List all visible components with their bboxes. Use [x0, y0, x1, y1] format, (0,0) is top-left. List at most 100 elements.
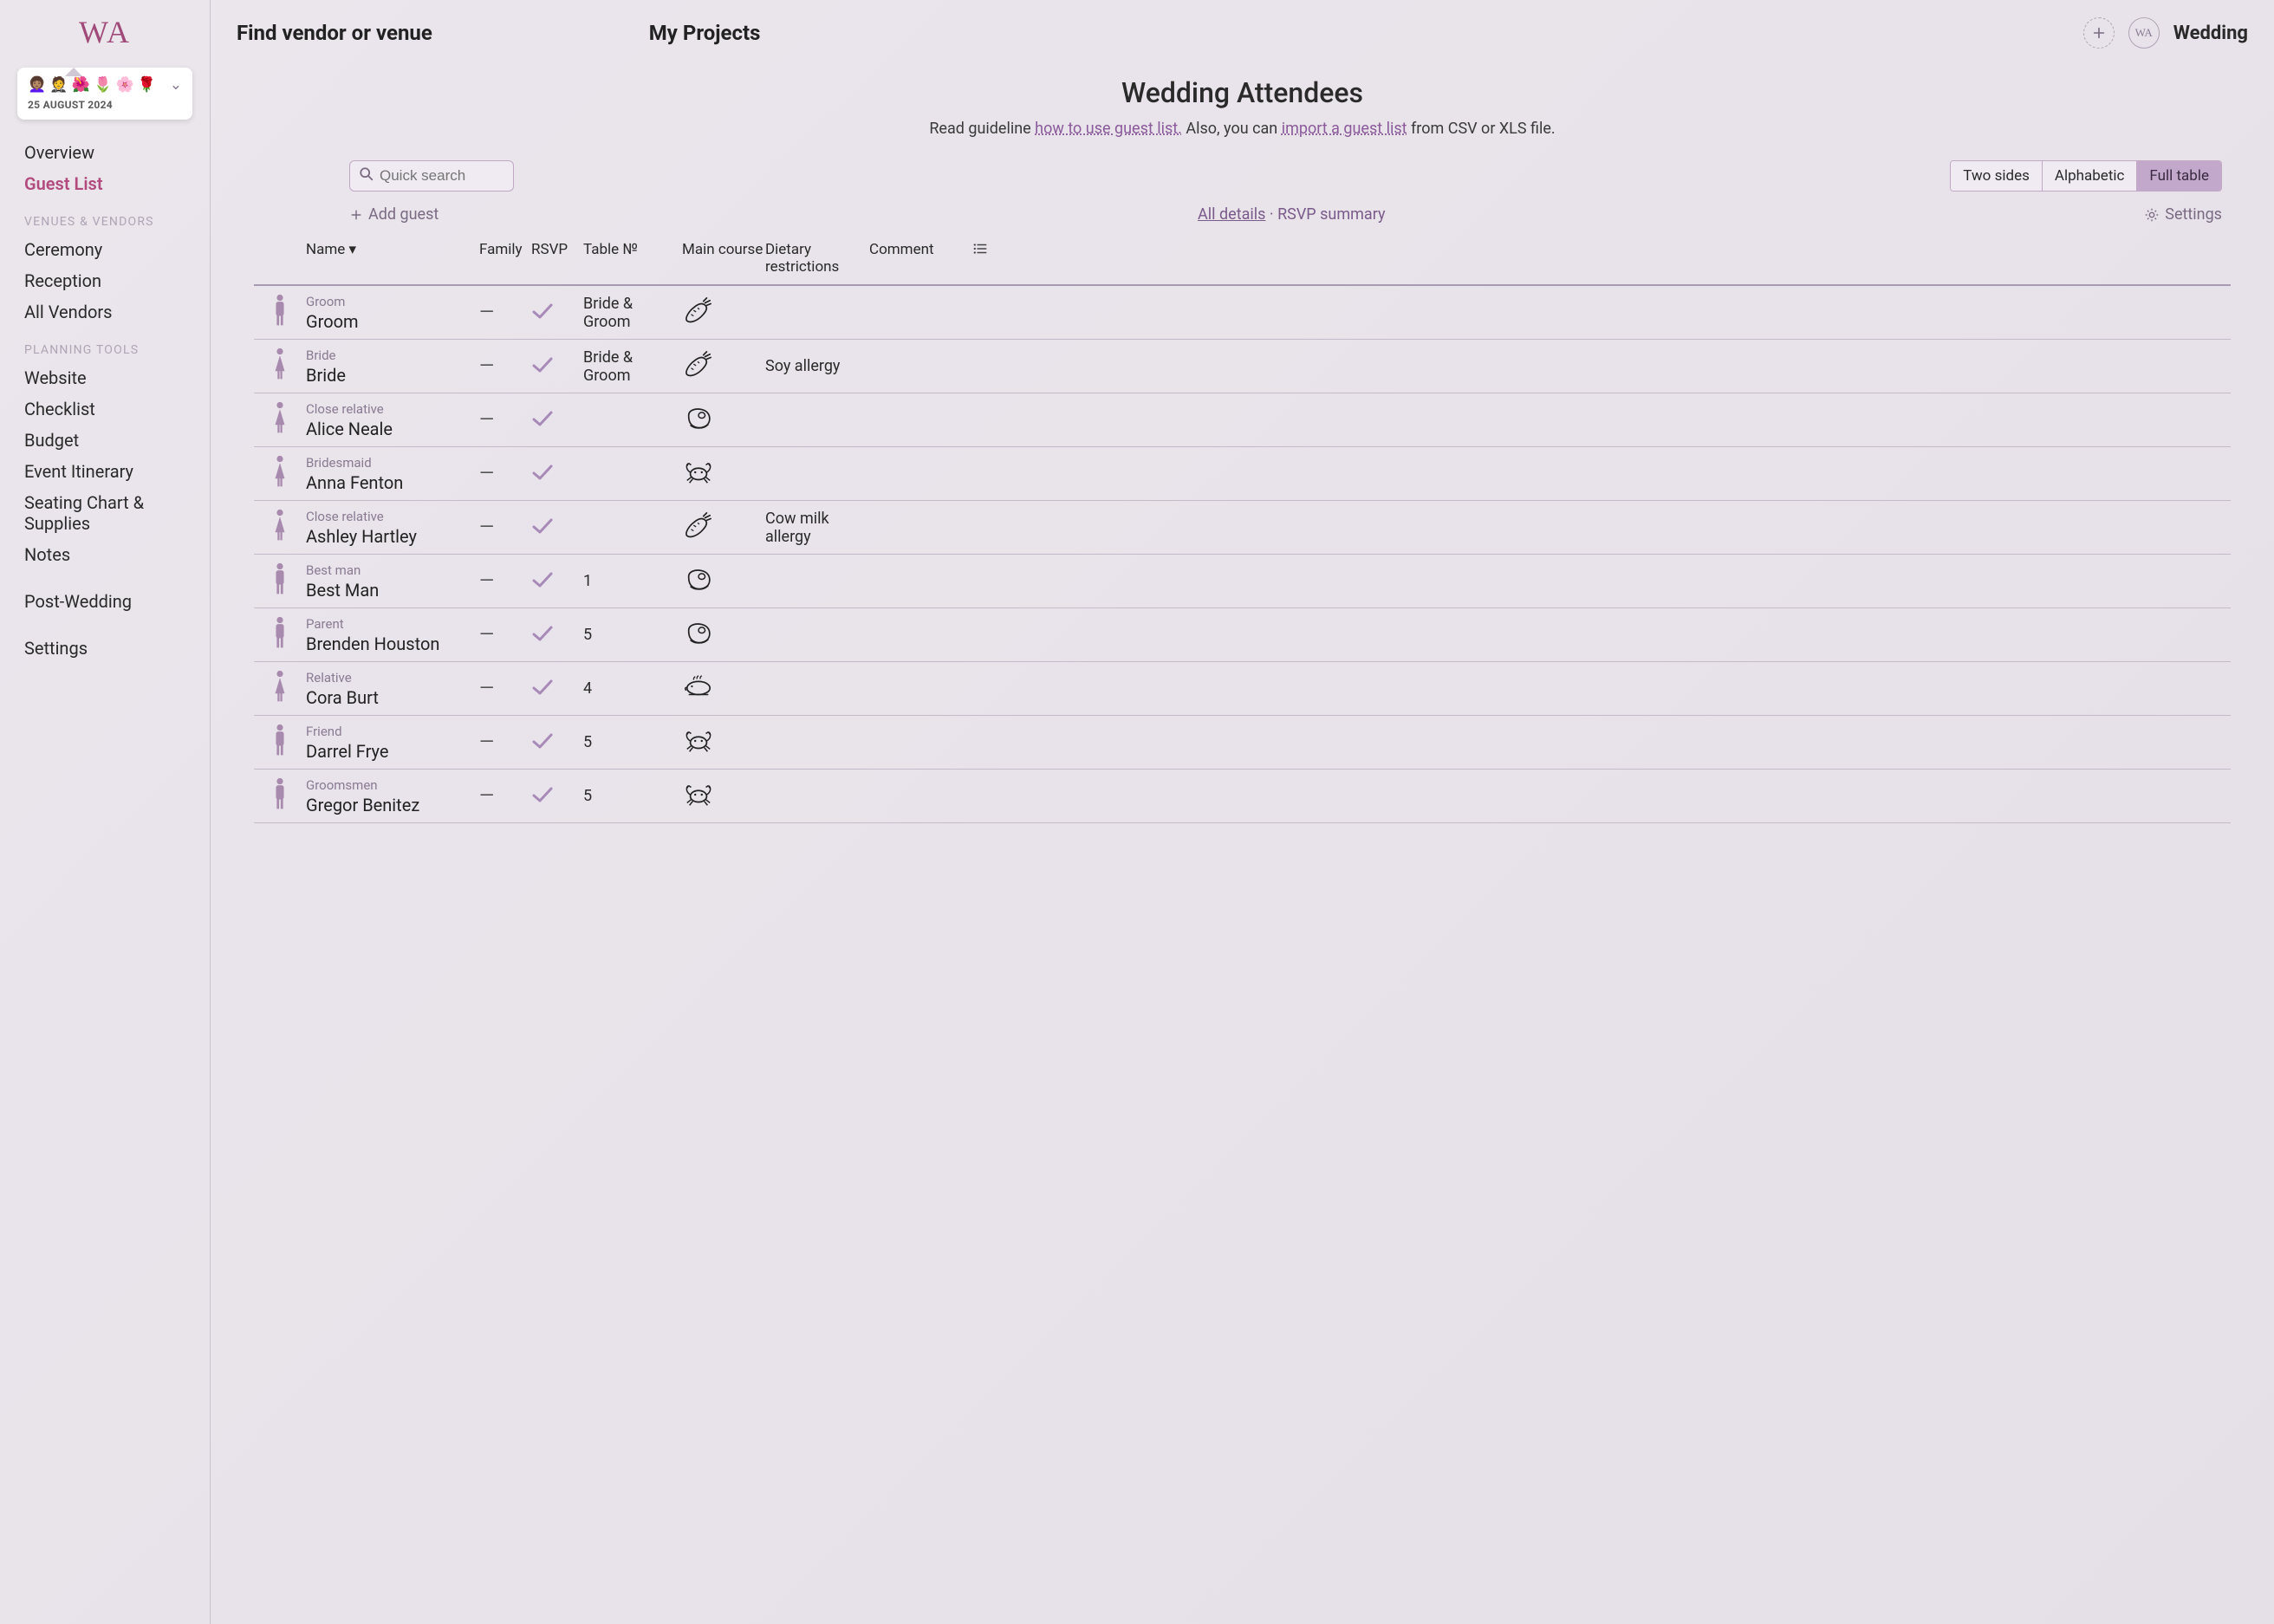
- family-cell: —: [479, 678, 531, 699]
- nav-event-itinerary[interactable]: Event Itinerary: [24, 456, 185, 487]
- table-row[interactable]: Bride Bride — Bride & Groom Soy allergy: [254, 340, 2231, 393]
- table-row[interactable]: Parent Brenden Houston — 5: [254, 608, 2231, 662]
- view-tabs: Two sidesAlphabeticFull table: [1950, 160, 2222, 192]
- table-cell: 5: [583, 626, 682, 644]
- female-icon: [254, 509, 306, 547]
- check-icon: [531, 302, 554, 321]
- col-name[interactable]: Name ▾: [306, 241, 479, 276]
- name-cell: Friend Darrel Frye: [306, 724, 479, 762]
- meal-cell: [682, 404, 765, 437]
- meal-cell: [682, 458, 765, 490]
- sort-down-icon: ▾: [349, 241, 357, 258]
- import-link[interactable]: import a guest list: [1282, 120, 1407, 138]
- name-cell: Close relative Ashley Hartley: [306, 509, 479, 547]
- table-row[interactable]: Best man Best Man — 1: [254, 555, 2231, 608]
- all-details-link[interactable]: All details: [1198, 205, 1265, 224]
- table-row[interactable]: Groomsmen Gregor Benitez — 5: [254, 770, 2231, 823]
- user-name[interactable]: Wedding: [2173, 23, 2248, 44]
- nav-budget[interactable]: Budget: [24, 425, 185, 456]
- rsvp-summary-link[interactable]: RSVP summary: [1277, 205, 1385, 224]
- add-project-button[interactable]: [2083, 17, 2115, 49]
- steak-icon: [682, 404, 715, 433]
- meal-cell: [682, 350, 765, 383]
- table-row[interactable]: Friend Darrel Frye — 5: [254, 716, 2231, 770]
- col-family[interactable]: Family: [479, 241, 531, 276]
- table-row[interactable]: Groom Groom — Bride & Groom: [254, 286, 2231, 340]
- table-cell: 5: [583, 733, 682, 751]
- table-row[interactable]: Close relative Alice Neale —: [254, 393, 2231, 447]
- carrot-icon: [682, 511, 715, 541]
- name-cell: Groomsmen Gregor Benitez: [306, 777, 479, 815]
- col-main-course[interactable]: Main course: [682, 241, 765, 276]
- nav-guest-list[interactable]: Guest List: [24, 168, 185, 199]
- name-cell: Relative Cora Burt: [306, 670, 479, 708]
- my-projects-link[interactable]: My Projects: [649, 21, 761, 45]
- guest-role: Bridesmaid: [306, 455, 479, 471]
- page-title: Wedding Attendees: [211, 76, 2274, 109]
- steak-icon: [682, 565, 715, 594]
- meal-cell: [682, 565, 765, 598]
- view-tab-alphabetic[interactable]: Alphabetic: [2043, 161, 2138, 191]
- nav-ceremony[interactable]: Ceremony: [24, 234, 185, 265]
- view-tab-full-table[interactable]: Full table: [2137, 161, 2221, 191]
- rsvp-cell: [531, 570, 583, 593]
- table-cell: 4: [583, 679, 682, 698]
- col-table[interactable]: Table №: [583, 241, 682, 276]
- table-row[interactable]: Bridesmaid Anna Fenton —: [254, 447, 2231, 501]
- add-guest-button[interactable]: Add guest: [349, 205, 439, 224]
- col-comment[interactable]: Comment: [869, 241, 973, 276]
- nav-post-wedding[interactable]: Post-Wedding: [24, 586, 185, 617]
- nav-seating-chart[interactable]: Seating Chart & Supplies: [24, 487, 185, 539]
- rsvp-cell: [531, 624, 583, 646]
- table-row[interactable]: Close relative Ashley Hartley — Cow milk…: [254, 501, 2231, 555]
- carrot-icon: [682, 296, 715, 326]
- meal-cell: [682, 296, 765, 329]
- guest-role: Best man: [306, 562, 479, 578]
- name-cell: Best man Best Man: [306, 562, 479, 601]
- logo-text: WA: [79, 15, 131, 49]
- guest-name: Brenden Houston: [306, 633, 479, 654]
- nav-section-planning: PLANNING TOOLS: [24, 343, 185, 357]
- view-tab-two-sides[interactable]: Two sides: [1951, 161, 2043, 191]
- nav-settings[interactable]: Settings: [24, 633, 185, 664]
- guest-role: Relative: [306, 670, 479, 685]
- nav-notes[interactable]: Notes: [24, 539, 185, 570]
- col-rsvp[interactable]: RSVP: [531, 241, 583, 276]
- guide-link[interactable]: how to use guest list.: [1035, 120, 1182, 138]
- project-selector[interactable]: 👩🏽‍🦱 🤵 🌺 🌷 🌸 🌹 ⌄ 25 AUGUST 2024: [17, 68, 192, 120]
- guest-name: Cora Burt: [306, 687, 479, 708]
- nav-website[interactable]: Website: [24, 362, 185, 393]
- nav-overview[interactable]: Overview: [24, 137, 185, 168]
- project-date: 25 AUGUST 2024: [28, 99, 182, 111]
- column-menu-button[interactable]: [973, 241, 1008, 276]
- male-icon: [254, 294, 306, 332]
- meal-cell: [682, 672, 765, 705]
- diet-cell: Cow milk allergy: [765, 510, 869, 546]
- guest-role: Groomsmen: [306, 777, 479, 793]
- table-row[interactable]: Relative Cora Burt — 4: [254, 662, 2231, 716]
- nav-reception[interactable]: Reception: [24, 265, 185, 296]
- meal-cell: [682, 726, 765, 759]
- crab-icon: [682, 780, 715, 809]
- gear-icon: [2144, 207, 2160, 223]
- plus-icon: [349, 208, 363, 222]
- table-settings-button[interactable]: Settings: [2144, 205, 2222, 224]
- col-diet[interactable]: Dietary restrictions: [765, 241, 869, 276]
- guest-role: Friend: [306, 724, 479, 739]
- avatar[interactable]: WA: [2128, 17, 2160, 49]
- male-icon: [254, 724, 306, 762]
- nav-all-vendors[interactable]: All Vendors: [24, 296, 185, 328]
- search-input[interactable]: [380, 167, 504, 185]
- rsvp-cell: [531, 731, 583, 754]
- find-vendor-link[interactable]: Find vendor or venue: [237, 21, 432, 45]
- male-icon: [254, 777, 306, 815]
- search-input-wrap[interactable]: [349, 160, 514, 192]
- logo[interactable]: WA: [0, 10, 210, 59]
- check-icon: [531, 409, 554, 428]
- check-icon: [531, 624, 554, 643]
- table-cell: Bride & Groom: [583, 348, 682, 385]
- nav-checklist[interactable]: Checklist: [24, 393, 185, 425]
- rsvp-cell: [531, 355, 583, 378]
- meal-cell: [682, 619, 765, 652]
- topbar: Find vendor or venue My Projects WA Wedd…: [211, 0, 2274, 57]
